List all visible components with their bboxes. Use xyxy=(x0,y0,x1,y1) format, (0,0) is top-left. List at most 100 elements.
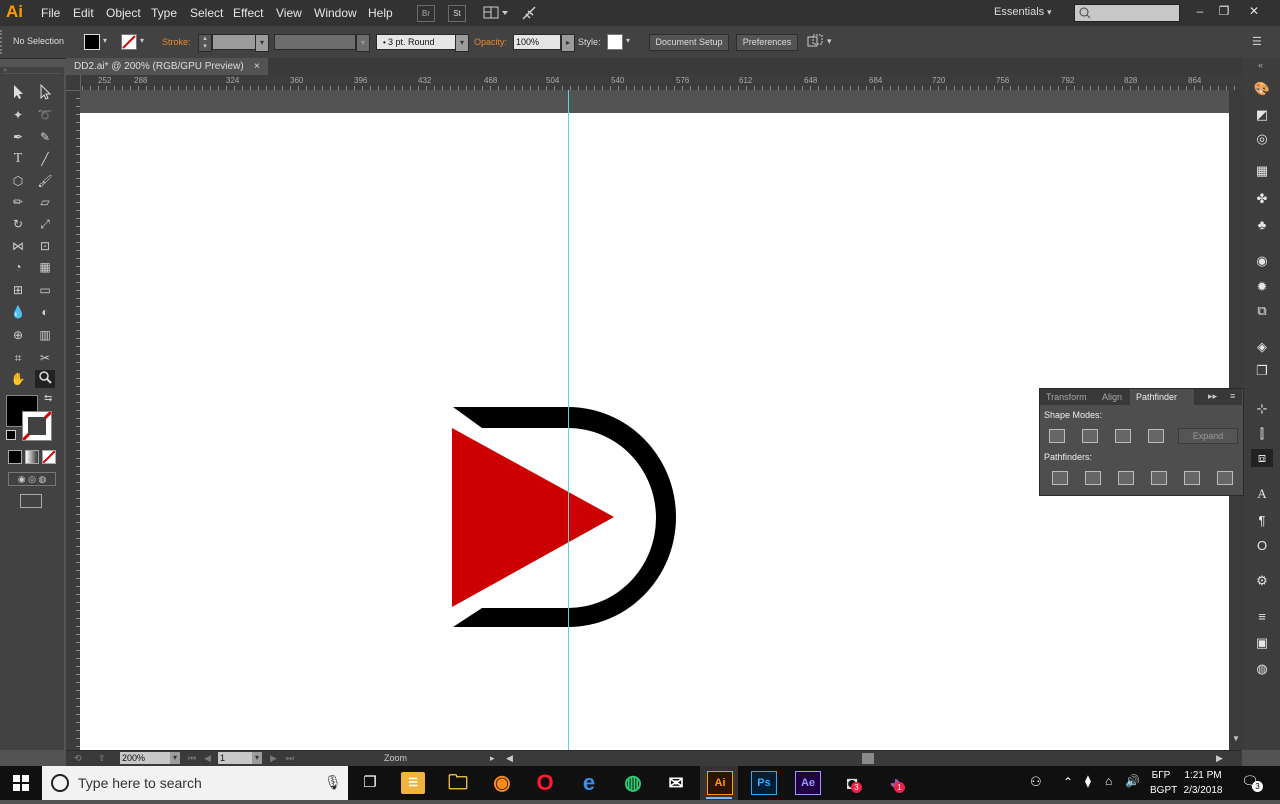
lasso-tool-icon[interactable]: ➰ xyxy=(35,106,55,124)
volume-icon[interactable]: 🔊 xyxy=(1125,774,1140,788)
expand-button[interactable]: Expand xyxy=(1178,428,1238,444)
merge-icon[interactable] xyxy=(1118,471,1134,485)
tab-pathfinder[interactable]: Pathfinder xyxy=(1130,389,1194,405)
microphone-icon[interactable]: 🎙 xyxy=(324,774,342,791)
menu-effect[interactable]: Effect xyxy=(233,6,263,20)
firefox-icon[interactable]: ◉ xyxy=(488,770,516,796)
unite-icon[interactable] xyxy=(1049,429,1065,443)
arrange-icon[interactable] xyxy=(806,33,824,51)
default-colors-icon[interactable] xyxy=(6,430,16,440)
preferences-button[interactable]: Preferences xyxy=(736,34,798,51)
chevron-up-icon[interactable]: ⌃ xyxy=(1063,775,1073,789)
scroll-down-icon[interactable]: ▼ xyxy=(1232,734,1240,743)
character-icon[interactable]: A xyxy=(1251,485,1273,503)
type-tool-icon[interactable]: T xyxy=(8,150,28,168)
collapse-panels-icon[interactable]: « xyxy=(1258,60,1263,70)
perspective-grid-tool-icon[interactable]: ▦ xyxy=(35,258,55,276)
chevron-down-icon[interactable]: ▾ xyxy=(356,34,370,52)
export-assets-icon[interactable]: ⧉ xyxy=(1251,302,1273,320)
drawing-modes-icon[interactable]: ◉ ◎ ◍ xyxy=(8,472,56,486)
layers-icon[interactable]: ◈ xyxy=(1251,338,1273,356)
file-explorer-icon[interactable]: 🗀 xyxy=(444,770,472,796)
opentype-icon[interactable]: O xyxy=(1251,537,1273,555)
first-artboard-icon[interactable]: ⏮ xyxy=(188,753,196,764)
transform-icon[interactable]: ⊹ xyxy=(1251,400,1273,418)
taskbar-search[interactable]: Type here to search 🎙 xyxy=(42,766,348,800)
illustrator-taskbar-icon[interactable]: Ai xyxy=(707,771,733,795)
chevron-down-icon[interactable]: ▾ xyxy=(103,36,107,45)
menu-file[interactable]: File xyxy=(41,6,60,20)
eraser-tool-icon[interactable]: ▱ xyxy=(35,193,55,211)
pen-tool-icon[interactable]: ✒ xyxy=(8,128,28,146)
stroke-weight-stepper[interactable]: ▴ ▾ xyxy=(198,34,212,52)
free-transform-tool-icon[interactable]: ⊡ xyxy=(35,237,55,255)
stroke-weight-input[interactable] xyxy=(212,34,256,50)
chevron-down-icon[interactable]: ▾ xyxy=(626,36,630,45)
brush-definition[interactable]: • 3 pt. Round xyxy=(376,34,462,50)
pencil-tool-icon[interactable]: ✏ xyxy=(8,193,28,211)
menu-view[interactable]: View xyxy=(276,6,302,20)
winrar-icon[interactable]: ☰ xyxy=(401,772,425,794)
browser-icon[interactable]: ◍ xyxy=(619,770,647,796)
fill-swatch[interactable] xyxy=(84,34,100,50)
play-triangle-shape[interactable] xyxy=(452,428,614,607)
task-view-icon[interactable]: ❐ xyxy=(358,772,382,794)
restore-icon[interactable]: ❐ xyxy=(1212,2,1236,20)
panel-menu-icon[interactable]: ≡ xyxy=(1230,391,1235,401)
divide-icon[interactable] xyxy=(1052,471,1068,485)
graphic-styles-icon[interactable]: ✹ xyxy=(1251,278,1273,296)
dropbox-icon[interactable]: ⧫ xyxy=(1085,774,1091,788)
horizontal-scroll-thumb[interactable] xyxy=(862,753,874,764)
share-icon[interactable]: ⇪ xyxy=(98,753,112,763)
artboard-tool-icon[interactable]: ⌗ xyxy=(8,349,28,367)
arrange-documents-icon[interactable] xyxy=(483,5,511,21)
chevron-down-icon[interactable]: ▾ xyxy=(252,752,262,764)
menu-object[interactable]: Object xyxy=(106,6,141,20)
screen-mode-icon[interactable] xyxy=(20,494,42,508)
after-effects-taskbar-icon[interactable]: Ae xyxy=(795,771,821,795)
stock-button[interactable]: St xyxy=(448,5,466,22)
width-tool-icon[interactable]: ⋈ xyxy=(8,237,28,255)
swap-colors-icon[interactable]: ⇆ xyxy=(44,393,52,404)
minimize-icon[interactable]: – xyxy=(1188,2,1212,20)
magic-wand-tool-icon[interactable]: ✦ xyxy=(8,106,28,124)
document-setup-button[interactable]: Document Setup xyxy=(649,34,729,51)
align-icon[interactable]: ⫿ xyxy=(1251,425,1273,443)
shape-builder-tool-icon[interactable]: ◔ xyxy=(8,258,28,276)
opacity-label[interactable]: Opacity: xyxy=(474,37,507,47)
artboard-number-input[interactable]: 1 xyxy=(218,752,252,764)
bridge-button[interactable]: Br xyxy=(417,5,435,22)
gpu-performance-icon[interactable] xyxy=(520,4,538,22)
menu-select[interactable]: Select xyxy=(190,6,223,20)
shape-tool-icon[interactable]: ⬡ xyxy=(8,172,28,190)
close-icon[interactable]: ✕ xyxy=(1242,2,1266,20)
vertical-ruler[interactable] xyxy=(66,90,81,750)
chevron-down-icon[interactable]: ▾ xyxy=(170,752,180,764)
graphic-style-swatch[interactable] xyxy=(607,34,623,50)
transparency-icon[interactable]: ◍ xyxy=(1251,660,1273,678)
horizontal-scroll-track[interactable] xyxy=(518,753,862,764)
ruler-origin[interactable] xyxy=(66,75,81,91)
line-tool-icon[interactable]: ╱ xyxy=(35,150,55,168)
crop-icon[interactable] xyxy=(1151,471,1167,485)
gradient-tool-icon[interactable]: ▭ xyxy=(35,281,55,299)
slice-tool-icon[interactable]: ✂ xyxy=(35,349,55,367)
clock[interactable]: 1:21 PM 2/3/2018 xyxy=(1180,768,1226,798)
vertical-guide[interactable] xyxy=(568,90,569,750)
column-graph-tool-icon[interactable]: ▥ xyxy=(35,326,55,344)
curvature-tool-icon[interactable]: ✎ xyxy=(35,128,55,146)
blend-tool-icon[interactable]: ◐ xyxy=(35,303,55,321)
exclude-icon[interactable] xyxy=(1148,429,1164,443)
photoshop-taskbar-icon[interactable]: Ps xyxy=(751,771,777,795)
trim-icon[interactable] xyxy=(1085,471,1101,485)
scroll-left-icon[interactable]: ◀ xyxy=(506,753,513,764)
prev-artboard-icon[interactable]: ◀ xyxy=(204,753,211,764)
eyedropper-tool-icon[interactable]: 💧 xyxy=(8,303,28,321)
tab-align[interactable]: Align xyxy=(1098,389,1132,405)
workspace-switcher[interactable]: Essentials xyxy=(994,6,1044,18)
color-mode-icon[interactable] xyxy=(8,450,22,464)
stroke-panel-icon[interactable]: ⚙ xyxy=(1251,572,1273,590)
symbol-sprayer-tool-icon[interactable]: ⊕ xyxy=(8,326,28,344)
edge-icon[interactable]: e xyxy=(575,770,603,796)
windows-start-icon[interactable] xyxy=(0,766,42,800)
